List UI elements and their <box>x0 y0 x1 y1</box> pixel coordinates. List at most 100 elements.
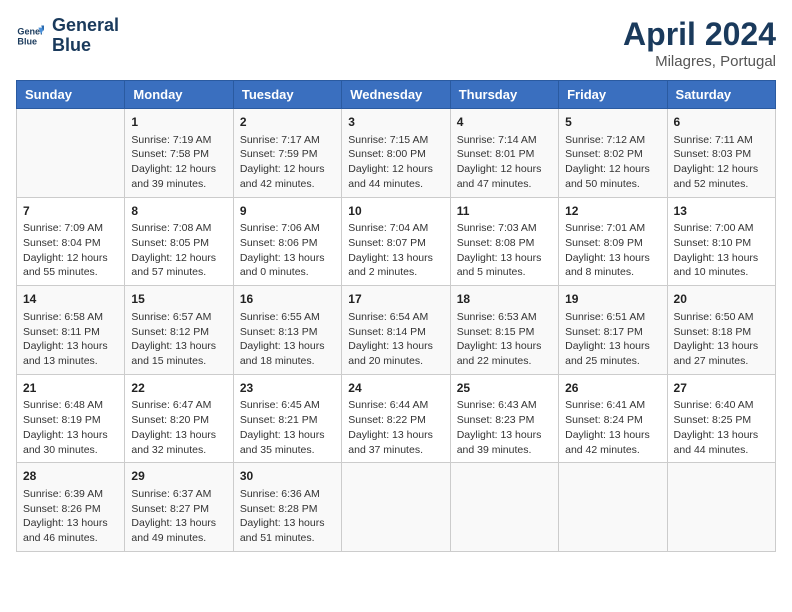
day-number: 2 <box>240 114 335 131</box>
calendar-cell: 13Sunrise: 7:00 AMSunset: 8:10 PMDayligh… <box>667 197 775 286</box>
calendar-cell: 6 Sunrise: 7:11 AMSunset: 8:03 PMDaylight… <box>667 109 775 198</box>
day-number: 21 <box>23 380 118 397</box>
calendar-cell: 18 Sunrise: 6:53 AMSunset: 8:15 PMDayligh… <box>450 286 558 375</box>
calendar-cell: 15 Sunrise: 6:57 AMSunset: 8:12 PMDayligh… <box>125 286 233 375</box>
title-area: April 2024 Milagres, Portugal <box>623 16 776 70</box>
day-info: Sunrise: 6:48 AMSunset: 8:19 PMDaylight:… <box>23 398 118 457</box>
calendar-cell: 23Sunrise: 6:45 AMSunset: 8:21 PMDayligh… <box>233 374 341 463</box>
day-number: 13 <box>674 203 769 220</box>
calendar-cell: 17Sunrise: 6:54 AMSunset: 8:14 PMDayligh… <box>342 286 450 375</box>
day-number: 15 <box>131 291 226 308</box>
day-number: 29 <box>131 468 226 485</box>
day-info: Sunrise: 6:50 AMSunset: 8:18 PMDaylight:… <box>674 310 769 369</box>
day-info: Sunrise: 7:11 AMSunset: 8:03 PMDaylight:… <box>674 133 769 192</box>
day-info: Sunrise: 7:01 AMSunset: 8:09 PMDaylight:… <box>565 221 660 280</box>
day-number: 19 <box>565 291 660 308</box>
day-number: 8 <box>131 203 226 220</box>
calendar-cell: 10Sunrise: 7:04 AMSunset: 8:07 PMDayligh… <box>342 197 450 286</box>
calendar-cell <box>17 109 125 198</box>
day-number: 18 <box>457 291 552 308</box>
day-info: Sunrise: 7:14 AMSunset: 8:01 PMDaylight:… <box>457 133 552 192</box>
calendar-cell: 7Sunrise: 7:09 AMSunset: 8:04 PMDaylight… <box>17 197 125 286</box>
calendar-cell: 25Sunrise: 6:43 AMSunset: 8:23 PMDayligh… <box>450 374 558 463</box>
header-tuesday: Tuesday <box>233 81 341 109</box>
day-info: Sunrise: 6:53 AMSunset: 8:15 PMDaylight:… <box>457 310 552 369</box>
svg-text:Blue: Blue <box>17 36 37 46</box>
day-info: Sunrise: 6:45 AMSunset: 8:21 PMDaylight:… <box>240 398 335 457</box>
day-number: 20 <box>674 291 769 308</box>
day-number: 11 <box>457 203 552 220</box>
calendar-cell: 12Sunrise: 7:01 AMSunset: 8:09 PMDayligh… <box>559 197 667 286</box>
calendar-cell: 1Sunrise: 7:19 AMSunset: 7:58 PMDaylight… <box>125 109 233 198</box>
calendar-week-1: 1Sunrise: 7:19 AMSunset: 7:58 PMDaylight… <box>17 109 776 198</box>
day-info: Sunrise: 6:57 AMSunset: 8:12 PMDaylight:… <box>131 310 226 369</box>
header-saturday: Saturday <box>667 81 775 109</box>
calendar-cell: 30Sunrise: 6:36 AMSunset: 8:28 PMDayligh… <box>233 463 341 552</box>
day-info: Sunrise: 7:17 AMSunset: 7:59 PMDaylight:… <box>240 133 335 192</box>
day-info: Sunrise: 7:00 AMSunset: 8:10 PMDaylight:… <box>674 221 769 280</box>
calendar-cell: 4 Sunrise: 7:14 AMSunset: 8:01 PMDaylight… <box>450 109 558 198</box>
logo-text-line2: Blue <box>52 36 119 56</box>
main-title: April 2024 <box>623 16 776 53</box>
day-number: 3 <box>348 114 443 131</box>
day-info: Sunrise: 6:37 AMSunset: 8:27 PMDaylight:… <box>131 487 226 546</box>
day-number: 16 <box>240 291 335 308</box>
day-info: Sunrise: 6:41 AMSunset: 8:24 PMDaylight:… <box>565 398 660 457</box>
calendar-table: SundayMondayTuesdayWednesdayThursdayFrid… <box>16 80 776 552</box>
calendar-cell: 2 Sunrise: 7:17 AMSunset: 7:59 PMDaylight… <box>233 109 341 198</box>
page-header: General Blue General Blue April 2024 Mil… <box>16 16 776 70</box>
day-number: 12 <box>565 203 660 220</box>
logo-text-line1: General <box>52 16 119 36</box>
day-number: 14 <box>23 291 118 308</box>
day-number: 28 <box>23 468 118 485</box>
calendar-week-3: 14 Sunrise: 6:58 AMSunset: 8:11 PMDayligh… <box>17 286 776 375</box>
day-info: Sunrise: 6:44 AMSunset: 8:22 PMDaylight:… <box>348 398 443 457</box>
day-number: 5 <box>565 114 660 131</box>
day-info: Sunrise: 7:08 AMSunset: 8:05 PMDaylight:… <box>131 221 226 280</box>
day-number: 1 <box>131 114 226 131</box>
day-number: 6 <box>674 114 769 131</box>
calendar-cell: 24Sunrise: 6:44 AMSunset: 8:22 PMDayligh… <box>342 374 450 463</box>
calendar-body: 1Sunrise: 7:19 AMSunset: 7:58 PMDaylight… <box>17 109 776 552</box>
header-wednesday: Wednesday <box>342 81 450 109</box>
header-sunday: Sunday <box>17 81 125 109</box>
day-info: Sunrise: 6:47 AMSunset: 8:20 PMDaylight:… <box>131 398 226 457</box>
calendar-cell <box>342 463 450 552</box>
calendar-cell: 19 Sunrise: 6:51 AMSunset: 8:17 PMDayligh… <box>559 286 667 375</box>
day-info: Sunrise: 6:39 AMSunset: 8:26 PMDaylight:… <box>23 487 118 546</box>
calendar-cell: 11Sunrise: 7:03 AMSunset: 8:08 PMDayligh… <box>450 197 558 286</box>
calendar-cell: 9Sunrise: 7:06 AMSunset: 8:06 PMDaylight… <box>233 197 341 286</box>
calendar-cell <box>667 463 775 552</box>
day-number: 4 <box>457 114 552 131</box>
calendar-cell <box>559 463 667 552</box>
logo-icon: General Blue <box>16 22 44 50</box>
calendar-cell: 3 Sunrise: 7:15 AMSunset: 8:00 PMDaylight… <box>342 109 450 198</box>
subtitle: Milagres, Portugal <box>623 53 776 70</box>
calendar-cell: 29 Sunrise: 6:37 AMSunset: 8:27 PMDayligh… <box>125 463 233 552</box>
calendar-cell: 22Sunrise: 6:47 AMSunset: 8:20 PMDayligh… <box>125 374 233 463</box>
day-number: 25 <box>457 380 552 397</box>
day-info: Sunrise: 7:15 AMSunset: 8:00 PMDaylight:… <box>348 133 443 192</box>
day-info: Sunrise: 7:04 AMSunset: 8:07 PMDaylight:… <box>348 221 443 280</box>
day-number: 27 <box>674 380 769 397</box>
day-info: Sunrise: 6:43 AMSunset: 8:23 PMDaylight:… <box>457 398 552 457</box>
calendar-cell: 5Sunrise: 7:12 AMSunset: 8:02 PMDaylight… <box>559 109 667 198</box>
calendar-cell: 28 Sunrise: 6:39 AMSunset: 8:26 PMDayligh… <box>17 463 125 552</box>
day-info: Sunrise: 6:58 AMSunset: 8:11 PMDaylight:… <box>23 310 118 369</box>
calendar-cell: 16 Sunrise: 6:55 AMSunset: 8:13 PMDayligh… <box>233 286 341 375</box>
header-monday: Monday <box>125 81 233 109</box>
day-number: 17 <box>348 291 443 308</box>
calendar-cell <box>450 463 558 552</box>
day-info: Sunrise: 6:51 AMSunset: 8:17 PMDaylight:… <box>565 310 660 369</box>
day-number: 26 <box>565 380 660 397</box>
calendar-cell: 26Sunrise: 6:41 AMSunset: 8:24 PMDayligh… <box>559 374 667 463</box>
day-number: 23 <box>240 380 335 397</box>
day-number: 7 <box>23 203 118 220</box>
calendar-cell: 27Sunrise: 6:40 AMSunset: 8:25 PMDayligh… <box>667 374 775 463</box>
day-info: Sunrise: 7:09 AMSunset: 8:04 PMDaylight:… <box>23 221 118 280</box>
calendar-cell: 20 Sunrise: 6:50 AMSunset: 8:18 PMDayligh… <box>667 286 775 375</box>
day-info: Sunrise: 6:55 AMSunset: 8:13 PMDaylight:… <box>240 310 335 369</box>
calendar-cell: 8Sunrise: 7:08 AMSunset: 8:05 PMDaylight… <box>125 197 233 286</box>
day-number: 30 <box>240 468 335 485</box>
logo: General Blue General Blue <box>16 16 119 56</box>
